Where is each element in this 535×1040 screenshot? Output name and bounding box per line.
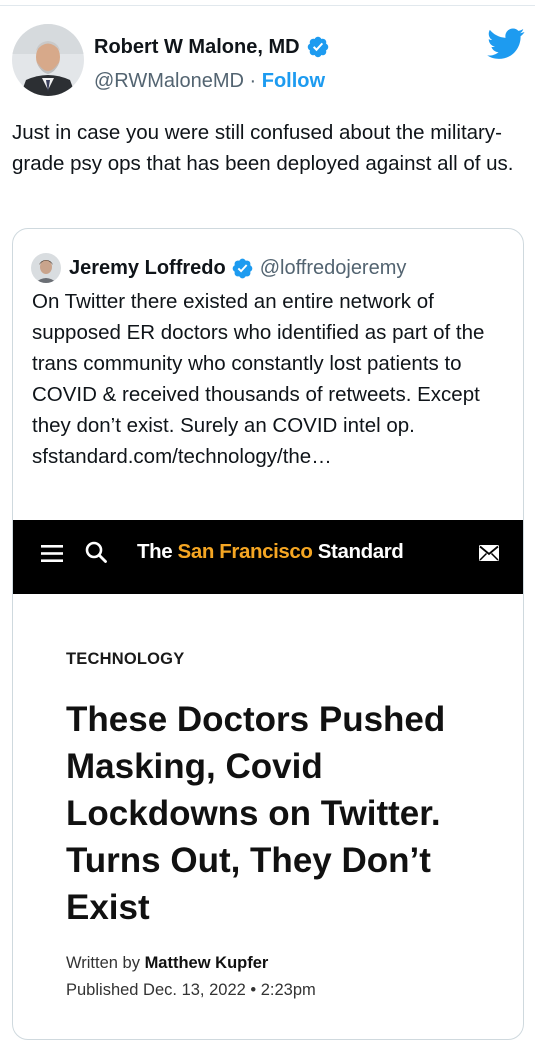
author-handle-row: @RWMaloneMD · Follow	[94, 68, 330, 94]
author-name-row: Robert W Malone, MD	[94, 34, 330, 60]
author-name[interactable]: Robert W Malone, MD	[94, 36, 300, 59]
quoted-tweet-body: On Twitter there existed an entire netwo…	[32, 290, 485, 437]
author-avatar[interactable]	[12, 24, 84, 96]
byline-label: Written by	[66, 954, 145, 972]
masthead-suffix: Standard	[312, 540, 404, 563]
top-divider	[0, 0, 535, 6]
verified-badge-icon	[307, 36, 328, 58]
article-section-label: TECHNOLOGY	[66, 650, 185, 668]
search-icon[interactable]	[85, 541, 107, 563]
quoted-author-name[interactable]: Jeremy Loffredo	[69, 257, 226, 280]
quoted-author-handle[interactable]: @loffredojeremy	[260, 257, 407, 280]
article-author: Matthew Kupfer	[144, 954, 269, 972]
hamburger-menu-icon[interactable]	[41, 545, 63, 562]
handle-separator: ·	[243, 70, 262, 92]
sf-standard-logo[interactable]: The San Francisco Standard	[137, 540, 404, 564]
quoted-tweet-header: Jeremy Loffredo @loffredojeremy	[69, 253, 406, 283]
article-published-date: Published Dec. 13, 2022 • 2:23pm	[66, 981, 316, 999]
follow-button[interactable]: Follow	[262, 70, 325, 92]
tweet-author-block: Robert W Malone, MD @RWMaloneMD · Follow	[94, 34, 330, 94]
article-preview-card[interactable]: The San Francisco Standard TECHNOLOGY Th…	[13, 520, 523, 1039]
quoted-tweet-link[interactable]: sfstandard.com/technology/the…	[32, 445, 332, 468]
verified-badge-icon	[232, 258, 253, 278]
masthead-highlight: San Francisco	[177, 540, 313, 563]
twitter-bird-icon[interactable]	[487, 28, 525, 60]
article-byline: Written by Matthew Kupfer	[66, 954, 268, 973]
quoted-author-avatar[interactable]	[31, 253, 61, 283]
author-handle[interactable]: @RWMaloneMD	[94, 70, 244, 92]
masthead-prefix: The	[137, 540, 178, 563]
tweet-text: Just in case you were still confused abo…	[12, 121, 514, 175]
sf-standard-navbar: The San Francisco Standard	[13, 520, 523, 594]
mail-icon[interactable]	[479, 545, 499, 561]
article-headline: These Doctors Pushed Masking, Covid Lock…	[66, 700, 446, 927]
quoted-tweet[interactable]: Jeremy Loffredo @loffredojeremy On Twitt…	[12, 228, 524, 1040]
quoted-tweet-text: On Twitter there existed an entire netwo…	[32, 286, 514, 472]
